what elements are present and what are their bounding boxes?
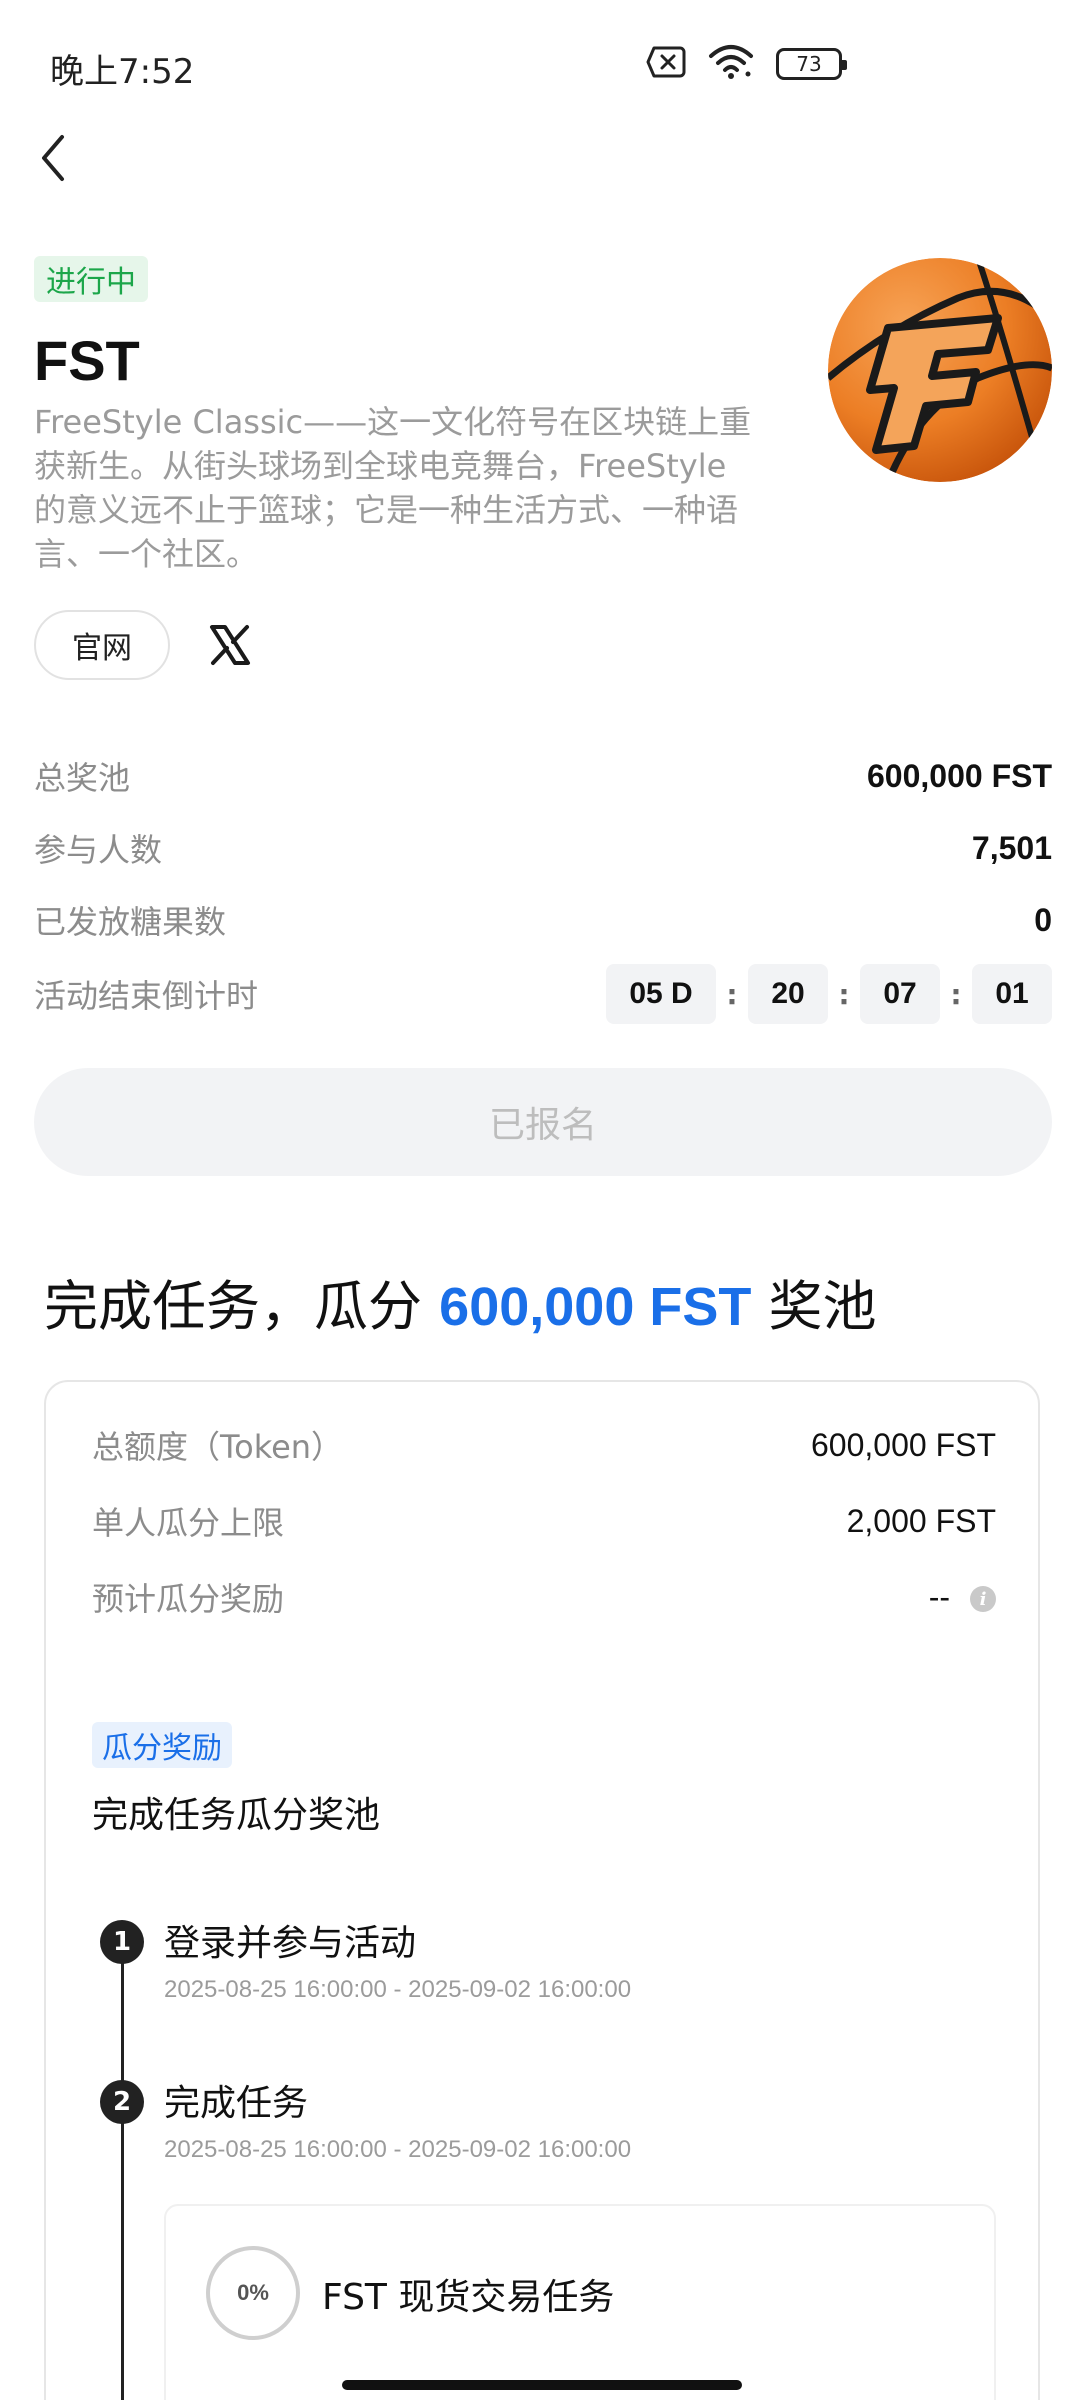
wifi-icon [708, 44, 754, 84]
reward-description: 完成任务瓜分奖池 [92, 1795, 381, 1836]
x-icon[interactable] [206, 621, 254, 669]
section-title-suffix: 奖池 [751, 1275, 877, 1338]
link-row: 官网 [34, 610, 254, 680]
total-amount-value: 600,000 FST [811, 1426, 996, 1463]
section-title-amount: 600,000 FST [439, 1277, 752, 1337]
home-indicator[interactable] [342, 2380, 742, 2390]
task-card: 总额度（Token） 600,000 FST 单人瓜分上限 2,000 FST … [44, 1380, 1040, 2400]
page-title: FST [34, 329, 140, 392]
timeline-line [121, 1922, 124, 2400]
countdown-separator: : [950, 977, 962, 1011]
participants-label: 参与人数 [34, 831, 163, 869]
countdown-seconds: 01 [972, 964, 1052, 1024]
total-pool-label: 总奖池 [34, 759, 131, 797]
countdown-minutes: 07 [860, 964, 940, 1024]
candies-value: 0 [1034, 901, 1052, 938]
stats-panel: 总奖池 600,000 FST 参与人数 7,501 已发放糖果数 0 活动结束… [34, 740, 1052, 1032]
countdown-label: 活动结束倒计时 [34, 977, 259, 1015]
candies-row: 已发放糖果数 0 [34, 884, 1052, 956]
step-time-range: 2025-08-25 16:00:00 - 2025-09-02 16:00:0… [164, 1976, 632, 2003]
estimate-row: 预计瓜分奖励 -- i [92, 1574, 996, 1620]
status-badge: 进行中 [34, 256, 148, 302]
participants-row: 参与人数 7,501 [34, 812, 1052, 884]
info-icon[interactable]: i [970, 1586, 996, 1613]
countdown-row: 活动结束倒计时 05 D : 20 : 07 : 01 [34, 956, 1052, 1032]
step-time-range: 2025-08-25 16:00:00 - 2025-09-02 16:00:0… [164, 2136, 632, 2163]
chevron-left-icon [42, 135, 64, 181]
step-number-badge: 1 [100, 1920, 144, 1964]
status-bar: 晚上7:52 73 [0, 0, 1080, 130]
section-title: 完成任务，瓜分 600,000 FST 奖池 [44, 1262, 877, 1341]
countdown-days: 05 D [606, 964, 716, 1024]
participants-value: 7,501 [971, 829, 1052, 866]
countdown-hours: 20 [748, 964, 828, 1024]
registered-button[interactable]: 已报名 [34, 1068, 1052, 1176]
total-amount-row: 总额度（Token） 600,000 FST [92, 1422, 996, 1468]
subtask-title: FST 现货交易任务 [322, 2277, 615, 2318]
section-title-prefix: 完成任务，瓜分 [44, 1275, 440, 1338]
total-amount-label: 总额度（Token） [92, 1428, 344, 1466]
total-pool-value: 600,000 FST [867, 757, 1052, 794]
candies-label: 已发放糖果数 [34, 903, 227, 941]
progress-ring: 0% [206, 2246, 300, 2340]
cap-value: 2,000 FST [846, 1502, 996, 1539]
total-pool-row: 总奖池 600,000 FST [34, 740, 1052, 812]
sim-off-icon [646, 46, 686, 82]
battery-icon: 73 [776, 48, 847, 80]
project-description: FreeStyle Classic——这一文化符号在区块链上重获新生。从街头球场… [34, 403, 752, 573]
back-button[interactable] [38, 128, 78, 188]
subtask-card[interactable]: 0% FST 现货交易任务 [164, 2204, 996, 2400]
estimate-value-wrap: -- i [929, 1579, 996, 1616]
status-time: 晚上7:52 [50, 52, 195, 92]
countdown-timer: 05 D : 20 : 07 : 01 [606, 964, 1052, 1024]
estimate-label: 预计瓜分奖励 [92, 1580, 285, 1618]
estimate-value: -- [928, 1578, 950, 1615]
countdown-separator: : [838, 977, 850, 1011]
cap-row: 单人瓜分上限 2,000 FST [92, 1498, 996, 1544]
status-icons: 73 [646, 44, 847, 84]
project-logo [828, 258, 1052, 482]
reward-tag: 瓜分奖励 [92, 1722, 232, 1768]
step-title: 登录并参与活动 [164, 1923, 417, 1964]
step-number-badge: 2 [100, 2080, 144, 2124]
website-button[interactable]: 官网 [34, 610, 170, 680]
step-title: 完成任务 [164, 2083, 309, 2124]
cap-label: 单人瓜分上限 [92, 1504, 285, 1542]
countdown-separator: : [726, 977, 738, 1011]
